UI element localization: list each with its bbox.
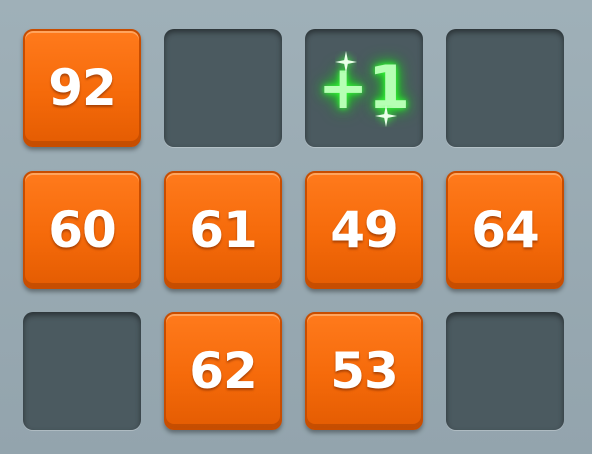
tile-value: 49	[330, 201, 399, 259]
tile-value: 62	[189, 342, 258, 400]
empty-slot-r2-c0[interactable]	[23, 312, 141, 430]
tile-value: 92	[48, 59, 117, 117]
tile-r2-c1[interactable]: 62	[164, 312, 282, 430]
empty-slot-r0-c1[interactable]	[164, 29, 282, 147]
sparkle-icon	[375, 105, 397, 127]
sparkle-icon	[335, 51, 357, 73]
empty-slot-r0-c3[interactable]	[446, 29, 564, 147]
tile-r0-c0[interactable]: 92	[23, 29, 141, 147]
tile-value: 53	[330, 342, 399, 400]
empty-slot-r2-c3[interactable]	[446, 312, 564, 430]
bonus-plus-one: +1	[317, 53, 411, 123]
tile-value: 64	[471, 201, 540, 259]
tile-r1-c2[interactable]: 49	[305, 171, 423, 289]
game-board: 92 +1 60 61 49 64 62 53	[0, 0, 592, 454]
tile-r1-c1[interactable]: 61	[164, 171, 282, 289]
tile-r1-c0[interactable]: 60	[23, 171, 141, 289]
tile-value: 61	[189, 201, 258, 259]
bonus-slot-r0-c2[interactable]: +1	[305, 29, 423, 147]
tile-r1-c3[interactable]: 64	[446, 171, 564, 289]
tile-r2-c2[interactable]: 53	[305, 312, 423, 430]
tile-value: 60	[48, 201, 117, 259]
